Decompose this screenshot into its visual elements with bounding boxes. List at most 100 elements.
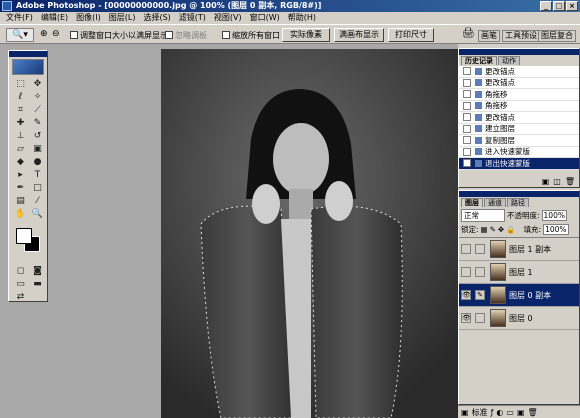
lock-all-icon[interactable]: 🔒 <box>506 225 515 234</box>
notes-tool-icon[interactable]: ▤ <box>13 196 28 207</box>
pen-tool-icon[interactable]: ✒ <box>13 183 28 194</box>
eye-icon[interactable]: 👁 <box>461 290 471 300</box>
adobe-online-icon[interactable] <box>12 59 44 75</box>
checkbox-box[interactable] <box>222 31 230 39</box>
file-browser-icon[interactable]: 🖨 <box>462 28 475 39</box>
resize-windows-checkbox[interactable]: 调整窗口大小以满屏显示 <box>70 29 168 41</box>
status-style-icon[interactable]: ▣ <box>461 408 469 417</box>
history-item[interactable]: 更改锚点 <box>459 77 579 89</box>
link-toggle[interactable] <box>475 244 485 254</box>
history-source-box[interactable] <box>463 159 471 168</box>
menu-edit[interactable]: 编辑(E) <box>37 12 72 24</box>
link-toggle[interactable] <box>475 267 485 277</box>
history-item-selected[interactable]: 退出快速蒙版 <box>459 158 579 170</box>
history-source-box[interactable] <box>463 101 471 110</box>
move-tool-icon[interactable]: ✥ <box>30 79 45 90</box>
brush-icon[interactable]: ✎ <box>475 290 485 300</box>
history-source-box[interactable] <box>463 67 471 76</box>
link-toggle[interactable] <box>475 313 485 323</box>
fill-input[interactable]: 100% <box>543 224 569 235</box>
eraser-tool-icon[interactable]: ▱ <box>13 144 28 155</box>
tab-history[interactable]: 历史记录 <box>461 56 497 65</box>
tab-paths[interactable]: 路径 <box>507 198 529 207</box>
tab-actions[interactable]: 动作 <box>498 56 520 65</box>
history-item[interactable]: 角拖移 <box>459 100 579 112</box>
history-item[interactable]: 复制图层 <box>459 135 579 147</box>
ignore-palettes-checkbox[interactable]: 忽略调板 <box>165 29 207 41</box>
new-document-icon[interactable]: ▣ <box>542 177 550 186</box>
screen-mode-icon[interactable]: ▭ <box>13 279 28 290</box>
zoom-tool-preset-icon[interactable]: 🔍▾ <box>6 28 34 42</box>
history-item[interactable]: 建立图层 <box>459 123 579 135</box>
trash-icon[interactable]: 🗑 <box>565 177 575 186</box>
menu-help[interactable]: 帮助(H) <box>284 12 320 24</box>
opacity-input[interactable]: 100% <box>541 210 567 221</box>
eyedropper-tool-icon[interactable]: ⁄ <box>30 196 45 207</box>
menu-filter[interactable]: 滤镜(T) <box>175 12 210 24</box>
history-item[interactable]: 更改锚点 <box>459 112 579 124</box>
fx-icon[interactable]: ƒ <box>491 408 494 417</box>
blur-tool-icon[interactable]: ◆ <box>13 157 28 168</box>
healing-brush-tool-icon[interactable]: ✚ <box>13 118 28 129</box>
checkbox-box[interactable] <box>165 31 173 39</box>
menu-image[interactable]: 图像(I) <box>72 12 105 24</box>
quick-mask-mode-icon[interactable]: ◙ <box>30 266 45 277</box>
mask-icon[interactable]: ◐ <box>496 408 503 417</box>
history-source-box[interactable] <box>463 78 471 87</box>
crop-tool-icon[interactable]: ⌗ <box>13 105 28 116</box>
history-source-box[interactable] <box>463 124 471 133</box>
print-size-button[interactable]: 打印尺寸 <box>388 28 434 42</box>
zoom-in-icon[interactable]: ⊕ <box>40 29 48 39</box>
menu-window[interactable]: 窗口(W) <box>246 12 284 24</box>
type-tool-icon[interactable]: T <box>30 170 45 181</box>
lock-transparency-icon[interactable]: ▦ <box>481 225 488 234</box>
history-item[interactable]: 角拖移 <box>459 89 579 101</box>
standard-mode-icon[interactable]: ◻ <box>13 266 28 277</box>
image-canvas[interactable] <box>161 49 458 418</box>
path-selection-tool-icon[interactable]: ▸ <box>13 170 28 181</box>
visibility-toggle[interactable] <box>461 244 471 254</box>
eye-icon[interactable]: 👁 <box>461 313 471 323</box>
minimize-button[interactable]: _ <box>540 1 552 11</box>
clone-stamp-tool-icon[interactable]: ⊥ <box>13 131 28 142</box>
history-source-box[interactable] <box>463 113 471 122</box>
maximize-button[interactable]: □ <box>553 1 565 11</box>
zoom-tool-icon[interactable]: 🔍 <box>30 209 45 220</box>
close-button[interactable]: × <box>566 1 578 11</box>
fit-on-screen-button[interactable]: 满画布显示 <box>334 28 384 42</box>
jump-to-imageready-icon[interactable]: ⇄ <box>13 292 28 303</box>
layer-row[interactable]: 图层 1 <box>459 261 579 284</box>
shape-tool-icon[interactable]: □ <box>30 183 45 194</box>
layer-comps-well-button[interactable]: 图层复合 <box>538 30 576 42</box>
layer-set-icon[interactable]: ▭ <box>506 408 514 417</box>
actual-pixels-button[interactable]: 实际像素 <box>282 28 330 42</box>
history-item[interactable]: 更改锚点 <box>459 66 579 78</box>
hand-tool-icon[interactable]: ✋ <box>13 209 28 220</box>
tab-channels[interactable]: 通道 <box>484 198 506 207</box>
marquee-tool-icon[interactable]: ⬚ <box>13 79 28 90</box>
dodge-tool-icon[interactable]: ● <box>30 157 45 168</box>
history-brush-tool-icon[interactable]: ↺ <box>30 131 45 142</box>
zoom-out-icon[interactable]: ⊖ <box>52 29 60 39</box>
magic-wand-tool-icon[interactable]: ✧ <box>30 92 45 103</box>
history-source-box[interactable] <box>463 90 471 99</box>
layer-row-selected[interactable]: 👁 ✎ 图层 0 副本 <box>459 284 579 307</box>
blend-mode-select[interactable]: 正常 <box>461 209 505 222</box>
new-snapshot-icon[interactable]: ◫ <box>553 177 561 186</box>
slice-tool-icon[interactable]: ⟋ <box>30 105 45 116</box>
lasso-tool-icon[interactable]: ℓ <box>13 92 28 103</box>
layer-row[interactable]: 图层 1 副本 <box>459 238 579 261</box>
checkbox-box[interactable] <box>70 31 78 39</box>
layer-row[interactable]: 👁 图层 0 <box>459 307 579 330</box>
foreground-color[interactable] <box>16 228 32 244</box>
new-layer-icon[interactable]: ▣ <box>517 408 525 417</box>
gradient-tool-icon[interactable]: ▣ <box>30 144 45 155</box>
lock-image-icon[interactable]: ✎ <box>490 225 496 234</box>
brush-tool-icon[interactable]: ✎ <box>30 118 45 129</box>
visibility-toggle[interactable] <box>461 267 471 277</box>
full-screen-mode-icon[interactable]: ▬ <box>30 279 45 290</box>
menu-file[interactable]: 文件(F) <box>2 12 37 24</box>
menu-view[interactable]: 视图(V) <box>210 12 246 24</box>
lock-position-icon[interactable]: ✥ <box>498 225 504 234</box>
history-source-box[interactable] <box>463 136 471 145</box>
